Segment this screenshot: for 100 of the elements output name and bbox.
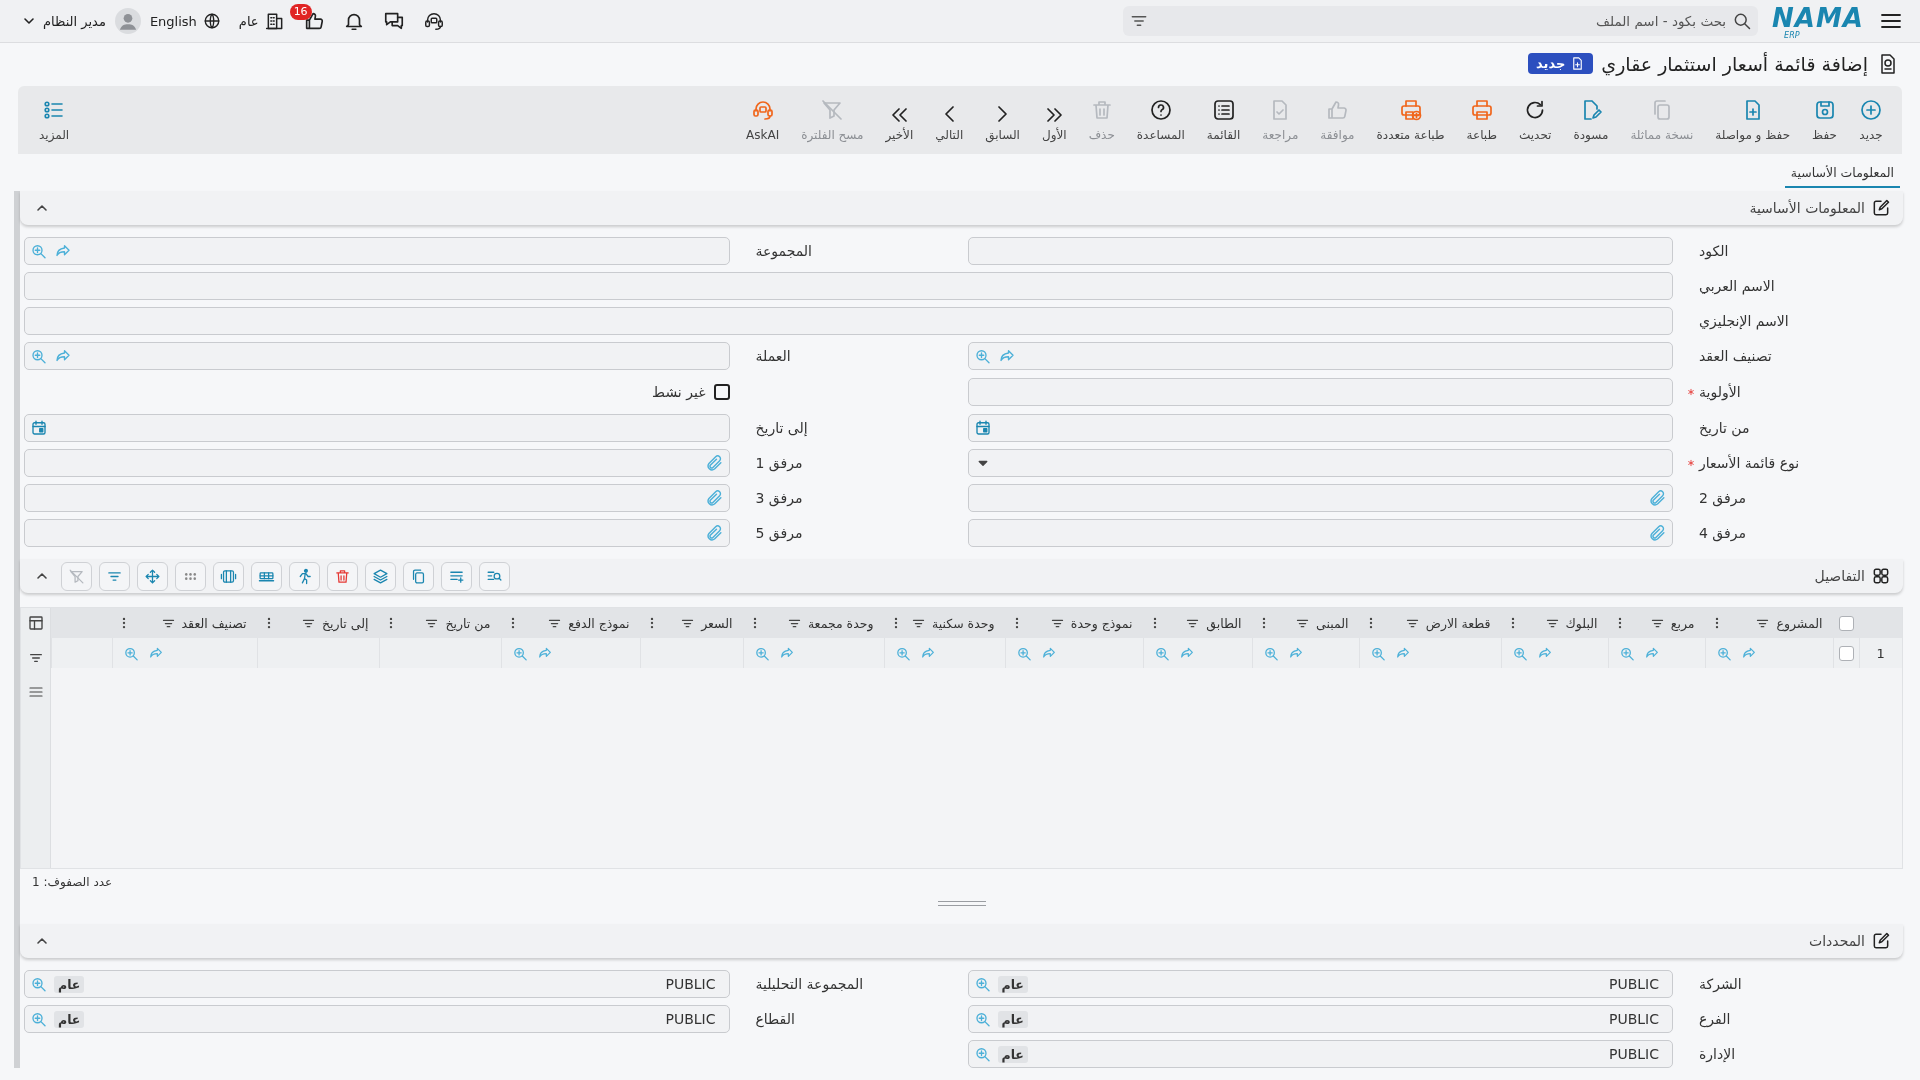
grid-tool-button[interactable] [251,561,282,591]
attachment-field[interactable] [967,519,1673,547]
value-input[interactable]: PUBLIC [1033,1006,1667,1032]
lookup-field[interactable] [24,237,730,265]
grid-tool-button[interactable] [137,561,168,591]
column-header[interactable]: المبنى [1316,615,1349,631]
column-header[interactable]: المشروع [1776,615,1823,631]
lookup-field[interactable] [24,342,730,370]
column-header[interactable]: البلوك [1565,615,1598,631]
paperclip-icon [1648,523,1667,543]
column-header[interactable]: مربع [1670,615,1695,631]
filter-off-icon [820,98,845,122]
field-label: المجموعة التحليلية [755,976,864,992]
column-header[interactable]: من تاريخ [445,615,491,631]
toolbar-button[interactable]: حفظ و مواصلة [1704,94,1802,146]
grid-tool-button[interactable] [403,561,434,591]
date-field[interactable] [24,414,730,442]
grid-tool-button[interactable] [365,561,396,591]
toolbar-button[interactable]: جديد [1848,94,1894,146]
attachment-field[interactable] [24,519,730,547]
plus-circle-icon [1859,98,1883,122]
section-title: المعلومات الأساسية [1749,200,1865,216]
paperclip-icon [1648,488,1667,508]
scope-tag: عام [54,1010,85,1028]
checkbox-label: غير نشط [652,384,706,400]
value-input[interactable]: PUBLIC [1033,971,1667,997]
globe-icon [202,12,221,30]
column-header[interactable]: وحدة مجمعة [807,615,874,631]
notification-badge: 16 [289,4,312,20]
toolbar-button[interactable]: حفظ [1801,94,1848,146]
column-header[interactable]: إلى تاريخ [321,615,369,631]
value-input[interactable]: PUBLIC [90,1006,724,1032]
lookup-field[interactable] [967,342,1673,370]
date-field[interactable] [967,414,1673,442]
attachment-field[interactable] [24,449,730,477]
toolbar-button[interactable]: القائمة [1195,94,1252,146]
text-field[interactable] [24,307,1673,335]
logo-subtext: ERP [1784,30,1800,40]
attachment-field[interactable] [967,484,1673,512]
grid-tool-button[interactable] [99,561,130,591]
toolbar-button[interactable]: مسودة [1562,94,1620,146]
toolbar-button[interactable]: AskAI [735,94,791,146]
asterisk-icon [1687,388,1695,396]
move-icon [144,567,161,585]
column-header[interactable]: الطابق [1206,615,1242,631]
column-header[interactable]: تصنيف العقد [181,615,247,631]
toolbar-button[interactable]: الأخير [874,94,925,146]
user-avatar-icon [114,8,141,34]
text-field[interactable] [967,378,1673,406]
search-icon [1732,11,1753,31]
more-button[interactable]: المزيد [28,94,81,146]
column-header[interactable]: نموذج وحدة [1070,615,1133,631]
select-all-checkbox[interactable] [1838,615,1854,631]
grid-tool-button[interactable] [479,561,510,591]
table-icon [26,614,45,632]
tab[interactable]: المعلومات الأساسية [1784,161,1900,188]
column-header[interactable]: وحدة سكنية [932,615,995,631]
field-label: الشركة [1699,976,1742,992]
search-plus-icon [30,1010,48,1028]
double-chevron-left-icon [891,108,907,122]
value-input[interactable]: PUBLIC [1033,1041,1667,1067]
attachment-field[interactable] [24,484,730,512]
calendar-icon [30,419,48,437]
user-menu-button[interactable]: مدير النظام [12,9,115,33]
search-plus-icon [973,975,992,993]
column-header[interactable]: قطعة الارض [1425,615,1491,631]
row-count: عدد الصفوف: 1 [32,875,113,889]
toolbar-button[interactable]: الأول [1030,94,1078,146]
search-plus-icon [973,1010,992,1028]
resize-handle[interactable] [937,901,986,906]
value-input[interactable]: PUBLIC [90,971,724,997]
field-label: مرفق 2 [1699,490,1746,506]
help-icon [1148,98,1173,122]
toolbar-button[interactable]: التالي [924,94,975,146]
grid-tool-button[interactable] [327,561,358,591]
column-header[interactable]: نموذج الدفع [568,615,630,631]
text-field[interactable] [967,237,1673,265]
grid-tool-button[interactable] [289,561,320,591]
toolbar-button[interactable]: المساعدة [1125,94,1196,146]
grid-tool-button[interactable] [441,561,472,591]
toolbar-button[interactable]: طباعة متعددة [1365,94,1456,146]
chat-icon [382,10,405,32]
grid-tool-button[interactable] [175,561,206,591]
chevron-right-icon [998,106,1008,122]
paperclip-icon [704,488,724,508]
edit-icon [1871,931,1891,951]
row-checkbox[interactable] [1838,645,1854,661]
dropdown-field[interactable] [967,449,1673,477]
column-header[interactable]: السعر [701,615,733,631]
edit-icon [1871,198,1891,218]
text-field[interactable] [24,272,1673,300]
toolbar-button[interactable]: السابق [974,94,1031,146]
grid-tool-button[interactable] [213,561,244,591]
layers-icon [372,567,389,585]
toolbar-button[interactable]: طباعة [1455,94,1508,146]
checkbox[interactable] [713,384,730,400]
section-title: التفاصيل [1814,568,1865,584]
language-button[interactable]: English [140,8,230,34]
search-plus-icon [30,242,48,260]
toolbar-button[interactable]: تحديث [1507,94,1563,146]
